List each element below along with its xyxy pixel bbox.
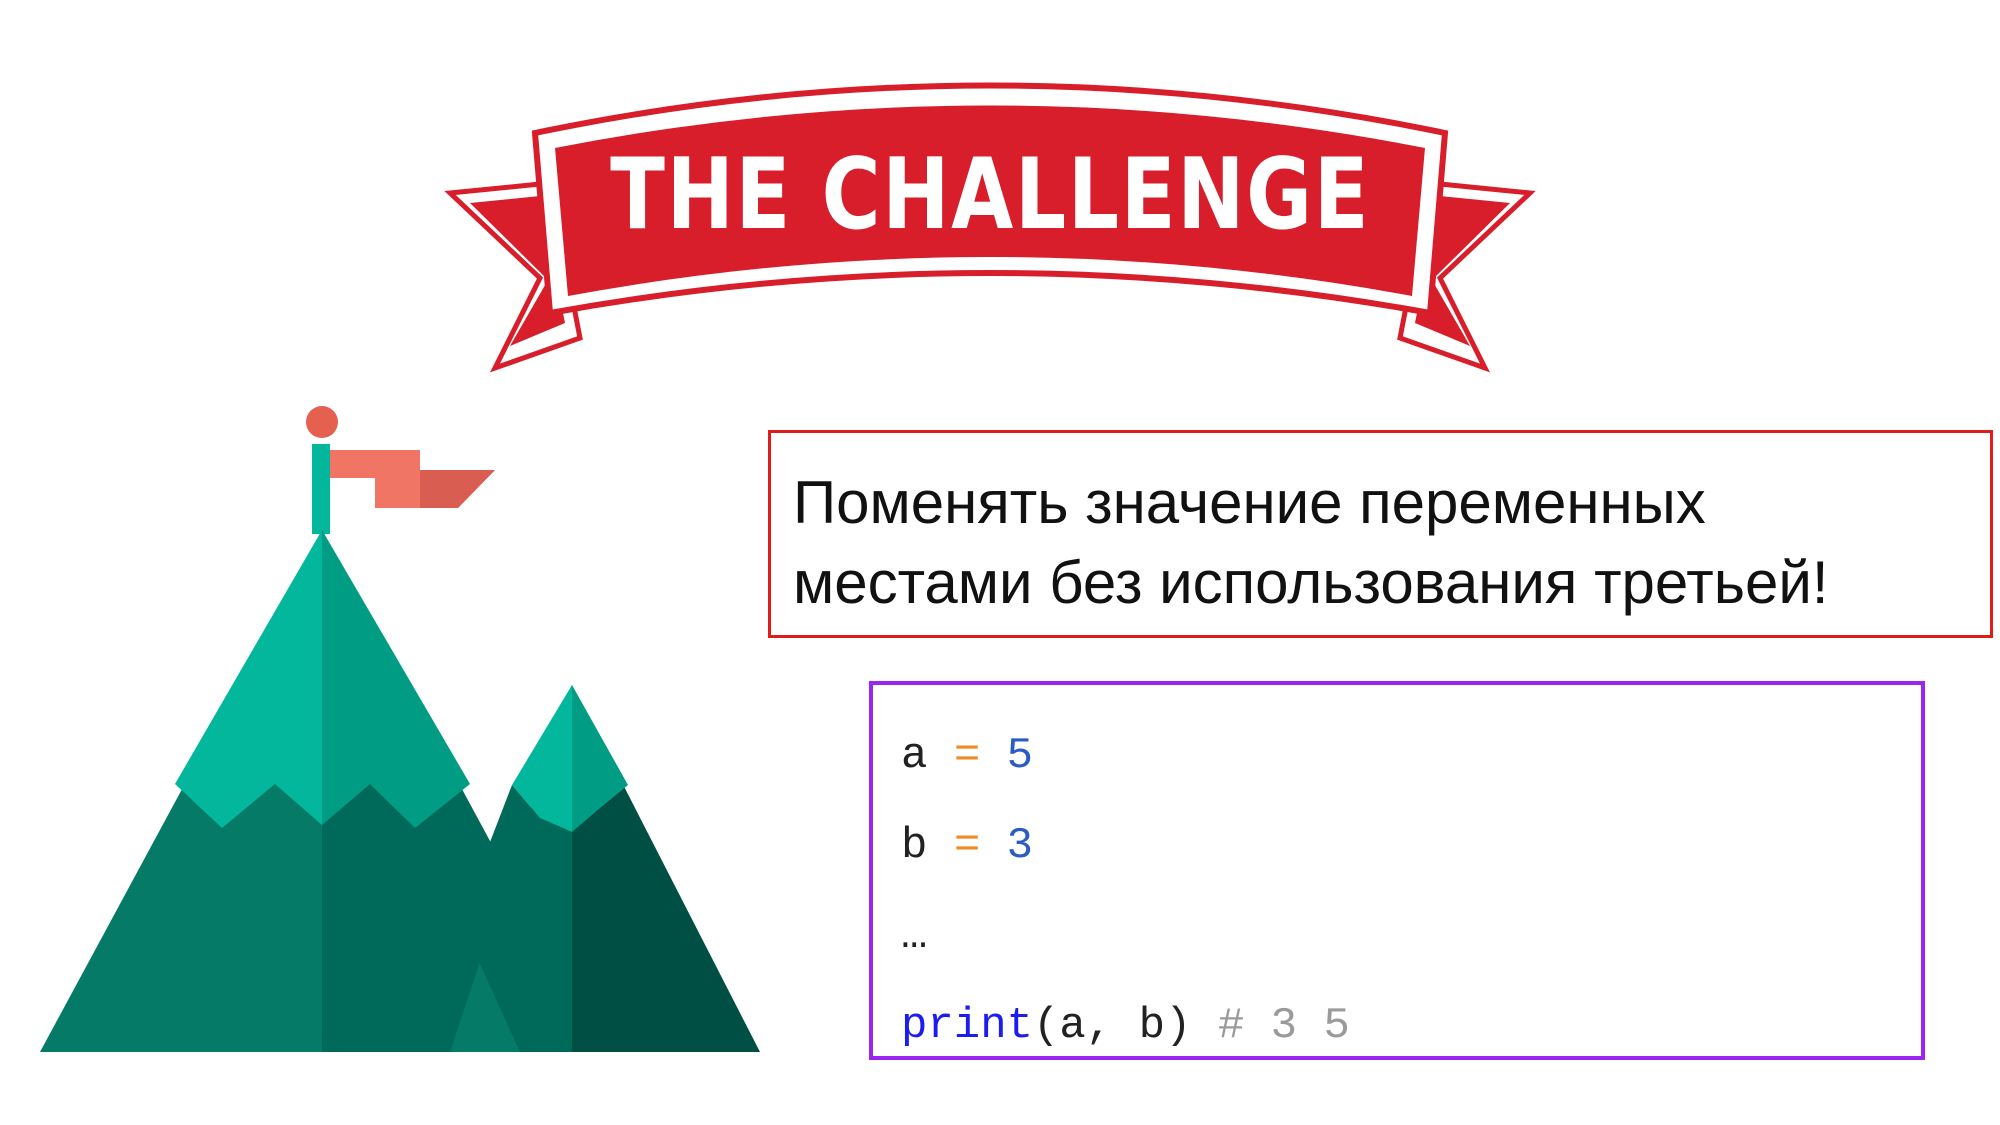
code-number: 5 xyxy=(1006,731,1034,781)
flag-pole xyxy=(312,444,330,534)
big-mountain-cap-left xyxy=(175,530,322,828)
code-function: print xyxy=(901,1001,1034,1051)
mountain-with-flag-icon xyxy=(40,406,760,1052)
task-box: Поменять значение переменных местами без… xyxy=(768,430,1993,638)
big-mountain-cap-right xyxy=(322,530,470,828)
code-line-4: print(a, b) # 3 5 xyxy=(901,981,1921,1071)
code-operator: = xyxy=(953,731,981,781)
flag-shade xyxy=(420,470,495,508)
challenge-banner: THE CHALLENGE xyxy=(444,82,1536,373)
task-text-line-2: местами без использования третьей! xyxy=(793,549,1829,616)
banner-title: THE CHALLENGE xyxy=(610,138,1370,252)
task-text-line-1: Поменять значение переменных xyxy=(793,469,1706,536)
code-args: (a, b) xyxy=(1033,1001,1192,1051)
code-box: a = 5 b = 3 … print(a, b) # 3 5 xyxy=(869,681,1925,1060)
code-comment: # 3 5 xyxy=(1217,1001,1350,1051)
code-line-3: … xyxy=(901,911,928,961)
code-var: b xyxy=(901,821,928,871)
pole-ball xyxy=(306,406,338,438)
code-number: 3 xyxy=(1006,821,1034,871)
code-operator: = xyxy=(953,821,981,871)
code-var: a xyxy=(901,731,928,781)
code-line-1: a = 5 xyxy=(901,711,1921,801)
code-line-2: b = 3 xyxy=(901,801,1921,891)
